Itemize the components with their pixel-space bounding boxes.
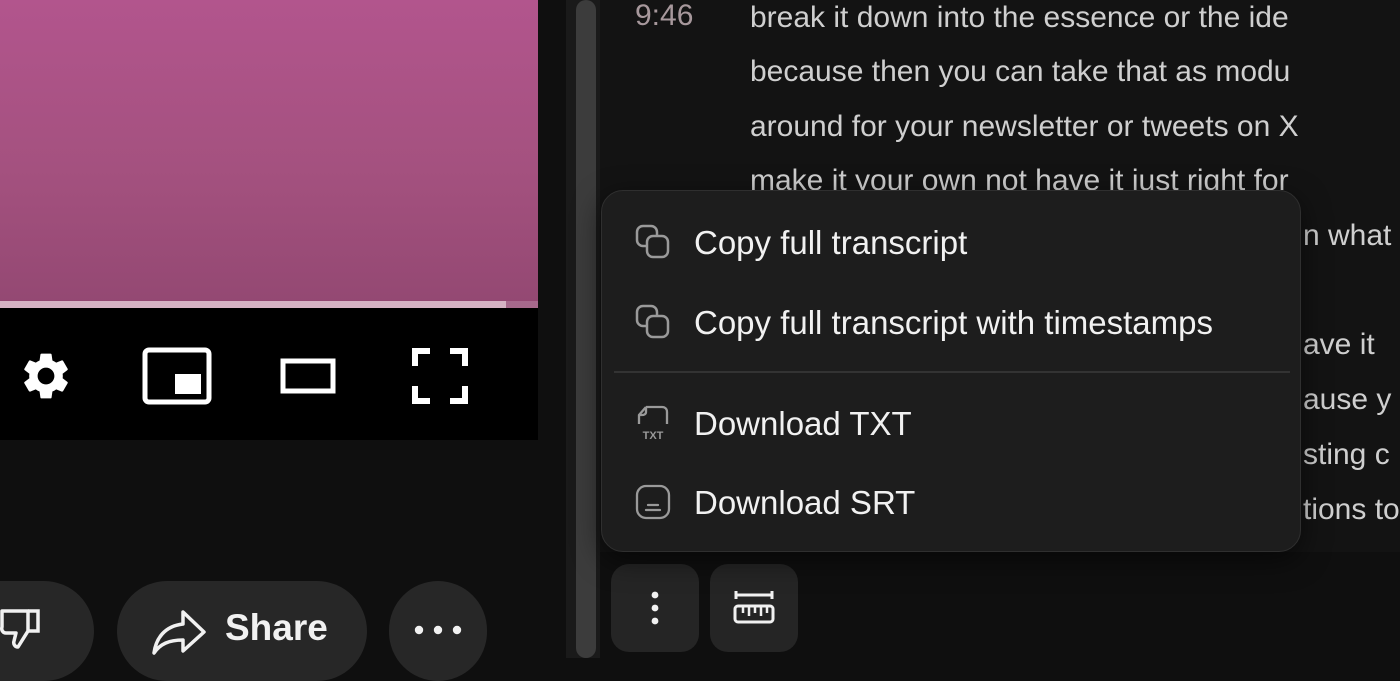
player-control-bar [0, 308, 538, 440]
transcript-options-button[interactable] [611, 564, 699, 652]
menu-item-label: Copy full transcript [694, 224, 968, 261]
copy-transcript-timestamps-item[interactable]: Copy full transcript with timestamps [602, 287, 1300, 357]
more-vertical-icon [651, 591, 659, 625]
copy-icon [635, 224, 670, 259]
download-txt-item[interactable]: TXT Download TXT [602, 388, 1300, 458]
share-icon [152, 610, 206, 655]
transcript-line-partial[interactable]: ave it [1303, 327, 1375, 363]
transcript-options-menu: Copy full transcript Copy full transcrip… [601, 190, 1301, 552]
copy-transcript-item[interactable]: Copy full transcript [602, 207, 1300, 277]
transcript-line[interactable]: around for your newsletter or tweets on … [750, 109, 1299, 145]
gear-icon [24, 353, 68, 399]
transcript-line-partial[interactable]: sting c [1303, 437, 1390, 473]
menu-divider [614, 371, 1290, 373]
share-label: Share [225, 607, 328, 648]
thumbs-down-icon [0, 609, 40, 649]
scrollbar-thumb[interactable] [576, 0, 596, 658]
transcript-timestamp[interactable]: 9:46 [635, 0, 693, 32]
video-frame[interactable] [0, 0, 538, 308]
theater-mode-button[interactable] [273, 348, 343, 404]
settings-button[interactable] [11, 348, 81, 404]
download-srt-item[interactable]: Download SRT [602, 467, 1300, 537]
transcript-line[interactable]: because then you can take that as modu [750, 54, 1290, 90]
transcript-line-partial[interactable]: n what [1303, 218, 1391, 254]
video-progress-fill [0, 301, 506, 308]
menu-item-label: Download SRT [694, 484, 916, 521]
transcript-line[interactable]: break it down into the essence or the id… [750, 0, 1289, 36]
transcript-line-partial[interactable]: tions to [1303, 492, 1400, 528]
menu-item-label: Copy full transcript with timestamps [694, 304, 1213, 341]
menu-item-label: Download TXT [694, 405, 912, 442]
fullscreen-icon [412, 348, 468, 404]
ruler-button[interactable] [710, 564, 798, 652]
txt-file-icon: TXT [637, 405, 669, 442]
theater-mode-icon [280, 358, 336, 394]
dislike-button[interactable] [0, 581, 94, 681]
transcript-line-partial[interactable]: ause y [1303, 382, 1391, 418]
miniplayer-icon [142, 347, 212, 405]
video-progress-bar[interactable] [0, 301, 538, 308]
ruler-icon [733, 591, 775, 624]
more-actions-button[interactable] [389, 581, 487, 681]
copy-icon [635, 304, 670, 339]
fullscreen-button[interactable] [405, 348, 475, 404]
svg-text:TXT: TXT [643, 430, 664, 442]
share-button[interactable]: Share [117, 581, 367, 681]
subtitles-file-icon [635, 484, 671, 520]
more-horizontal-icon [414, 625, 462, 635]
miniplayer-button[interactable] [142, 347, 212, 405]
